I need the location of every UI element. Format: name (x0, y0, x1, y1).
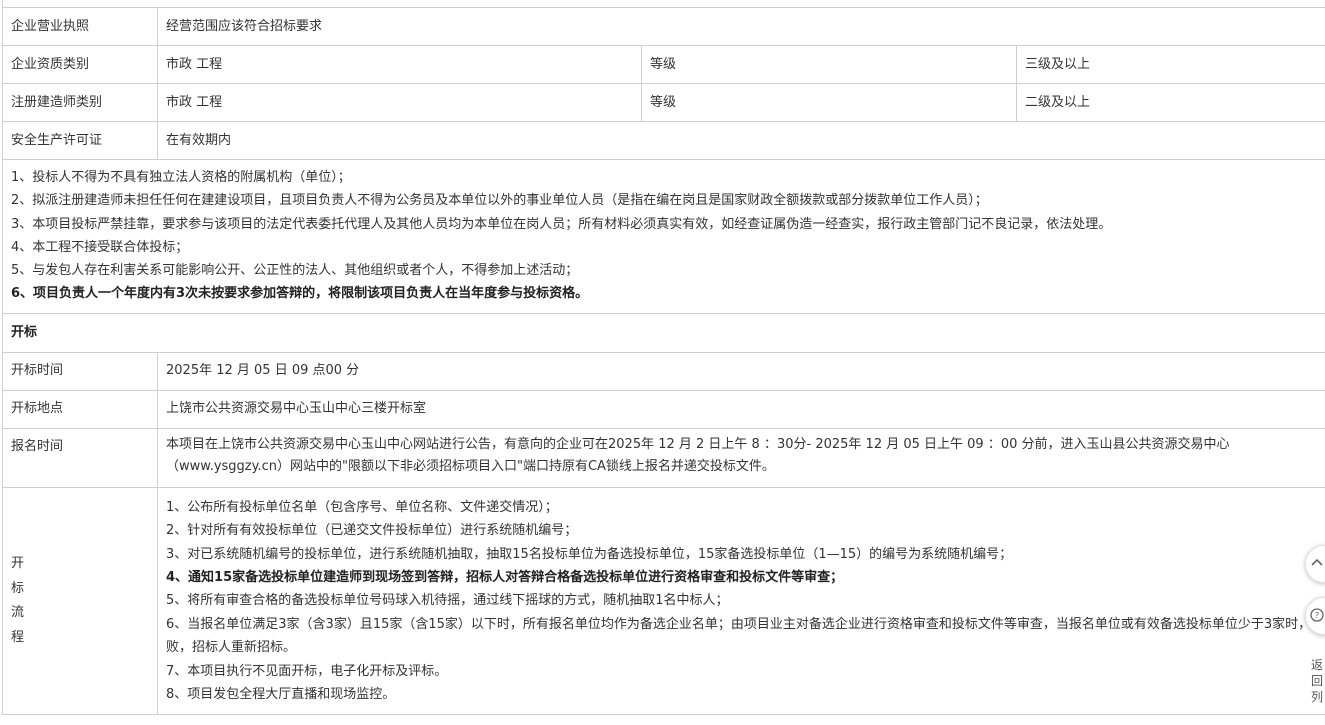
table-row: 开标地点 上饶市公共资源交易中心玉山中心三楼开标室 (2, 389, 1325, 429)
tender-info-table: 企业营业执照 经营范围应该符合招标要求 企业资质类别 市政 工程 等级 三级及以… (2, 0, 1325, 716)
license-value: 经营范围应该符合招标要求 (157, 7, 1325, 46)
constructor-grade-label: 等级 (641, 83, 1017, 122)
constructor-class-label: 注册建造师类别 (2, 83, 158, 122)
registration-label: 报名时间 (2, 427, 158, 488)
opening-time-label: 开标时间 (2, 351, 158, 391)
requirement-item: 1、投标人不得为不具有独立法人资格的附属机构（单位）； (11, 170, 351, 185)
requirement-item: 4、本工程不接受联合体投标； (11, 239, 189, 255)
table-row: 报名时间 本项目在上饶市公共资源交易中心玉山中心网站进行公告，有意向的企业可在2… (2, 427, 1325, 488)
process-step: 6、当报名单位满足3家（含3家）且15家（含15家）以下时，所有报名单位均作为备… (166, 616, 1325, 632)
process-step: 1、公布所有投标单位名单（包含序号、单位名称、文件递交情况）； (166, 499, 558, 515)
process-step-bold: 4、通知15家备选投标单位建造师到现场签到答辩，招标人对答辩合格备选投标单位进行… (166, 570, 844, 585)
process-step: 3、对已系统随机编号的投标单位，进行系统随机抽取，抽取15名投标单位为备选投标单… (166, 546, 1013, 562)
svg-text:?: ? (1315, 611, 1319, 620)
section-row: 开标 (2, 312, 1325, 353)
safety-permit-label: 安全生产许可证 (2, 121, 158, 160)
process-steps-cell: 1、公布所有投标单位名单（包含序号、单位名称、文件递交情况）； 2、针对所有有效… (157, 486, 1325, 716)
enterprise-grade-value: 三级及以上 (1016, 45, 1325, 84)
process-label: 开 标 流 程 (2, 486, 158, 716)
license-label: 企业营业执照 (2, 7, 158, 46)
requirement-item: 5、与发包人存在利害关系可能影响公开、公正性的法人、其他组织或者个人，不得参加上… (11, 263, 579, 279)
chevron-up-icon (1311, 558, 1323, 566)
process-label-char: 流 (11, 605, 25, 621)
table-row: 注册建造师类别 市政 工程 等级 二级及以上 (2, 83, 1325, 122)
process-step: 2、针对所有有效投标单位（已递交文件投标单位）进行系统随机编号； (166, 523, 578, 539)
process-step: 7、本项目执行不见面开标，电子化开标及评标。 (166, 663, 448, 679)
process-label-char: 开 (11, 556, 25, 572)
constructor-class-value: 市政 工程 (157, 83, 642, 122)
opening-place-value: 上饶市公共资源交易中心玉山中心三楼开标室 (157, 389, 1325, 429)
enterprise-grade-label: 等级 (641, 45, 1017, 84)
help-circle-icon: ? (1310, 608, 1324, 622)
table-row: 企业资质类别 市政 工程 等级 三级及以上 (2, 45, 1325, 84)
enterprise-class-label: 企业资质类别 (2, 45, 158, 84)
table-row: 开标时间 2025年 12 月 05 日 09 点00 分 (2, 351, 1325, 391)
section-title-opening: 开标 (2, 312, 1325, 353)
process-label-char: 标 (11, 580, 25, 596)
table-row: 企业营业执照 经营范围应该符合招标要求 (2, 7, 1325, 46)
safety-permit-value: 在有效期内 (157, 121, 1325, 160)
process-label-char: 程 (11, 629, 25, 645)
constructor-grade-value: 二级及以上 (1016, 83, 1325, 122)
requirement-item: 3、本项目投标严禁挂靠，要求参与该项目的法定代表委托代理人及其他人员均为本单位在… (11, 216, 1112, 232)
process-label-vertical: 开 标 流 程 (11, 552, 29, 650)
registration-value: 本项目在上饶市公共资源交易中心玉山中心网站进行公告，有意向的企业可在2025年 … (157, 427, 1325, 488)
requirements-row: 1、投标人不得为不具有独立法人资格的附属机构（单位）； 2、拟派注册建造师未担任… (2, 159, 1325, 314)
process-step: 8、项目发包全程大厅直播和现场监控。 (166, 687, 396, 703)
table-row: 开 标 流 程 1、公布所有投标单位名单（包含序号、单位名称、文件递交情况）； … (2, 486, 1325, 716)
enterprise-class-value: 市政 工程 (157, 45, 642, 84)
opening-time-value: 2025年 12 月 05 日 09 点00 分 (157, 351, 1325, 391)
table-row: 安全生产许可证 在有效期内 (2, 121, 1325, 160)
requirement-item: 2、拟派注册建造师未担任任何在建建设项目，且项目负责人不得为公务员及本单位以外的… (11, 193, 988, 209)
requirements-cell: 1、投标人不得为不具有独立法人资格的附属机构（单位）； 2、拟派注册建造师未担任… (2, 159, 1325, 314)
process-step: 败，招标人重新招标。 (166, 640, 297, 656)
back-to-list-link[interactable]: 返回列 (1311, 657, 1325, 705)
opening-place-label: 开标地点 (2, 389, 158, 429)
table-top-edge (2, 0, 1325, 8)
process-step: 5、将所有审查合格的备选投标单位号码球入机待摇，通过线下摇球的方式，随机抽取1名… (166, 593, 729, 609)
requirement-item-bold: 6、项目负责人一个年度内有3次未按要求参加答辩的，将限制该项目负责人在当年度参与… (11, 286, 589, 302)
